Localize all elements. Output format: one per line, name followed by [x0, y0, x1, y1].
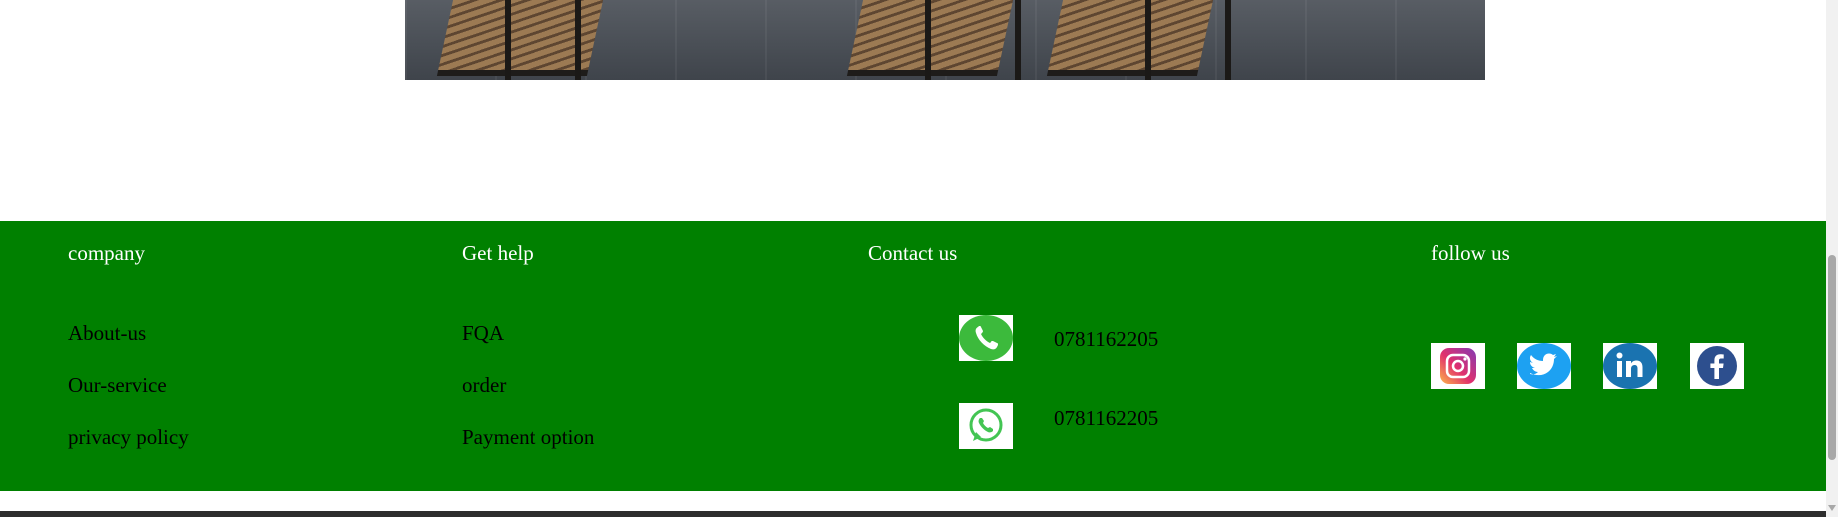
phone-number: 0781162205 [1054, 327, 1159, 351]
hero-image [405, 0, 1485, 80]
about-us-link[interactable]: About-us [68, 321, 146, 346]
twitter-icon[interactable] [1517, 343, 1571, 389]
chair-leg [505, 0, 511, 80]
chair-leg [1145, 0, 1151, 80]
contact-us-heading: Contact us [868, 241, 958, 265]
chair-shape [1046, 0, 1214, 76]
follow-us-heading: follow us [1431, 241, 1510, 265]
chair-leg [1015, 0, 1021, 80]
our-service-link[interactable]: Our-service [68, 373, 167, 398]
get-help-heading: Get help [462, 241, 534, 265]
whatsapp-number: 0781162205 [1054, 406, 1159, 430]
phone-icon[interactable] [959, 315, 1013, 361]
facebook-icon[interactable] [1690, 343, 1744, 389]
linkedin-icon[interactable] [1603, 343, 1657, 389]
site-footer: company About-us Our-service privacy pol… [0, 221, 1826, 491]
payment-option-link[interactable]: Payment option [462, 425, 594, 450]
privacy-policy-link[interactable]: privacy policy [68, 425, 189, 450]
whatsapp-icon[interactable] [959, 403, 1013, 449]
bottom-edge [0, 511, 1826, 517]
chair-leg [1225, 0, 1231, 80]
company-heading: company [68, 241, 145, 265]
faq-link[interactable]: FQA [462, 321, 504, 346]
scrollbar[interactable] [1826, 0, 1838, 517]
instagram-icon[interactable] [1431, 343, 1485, 389]
chair-leg [925, 0, 931, 80]
scrollbar-thumb[interactable] [1828, 255, 1836, 460]
chair-leg [575, 0, 581, 80]
order-link[interactable]: order [462, 373, 506, 398]
scroll-down-icon[interactable] [1828, 505, 1836, 511]
